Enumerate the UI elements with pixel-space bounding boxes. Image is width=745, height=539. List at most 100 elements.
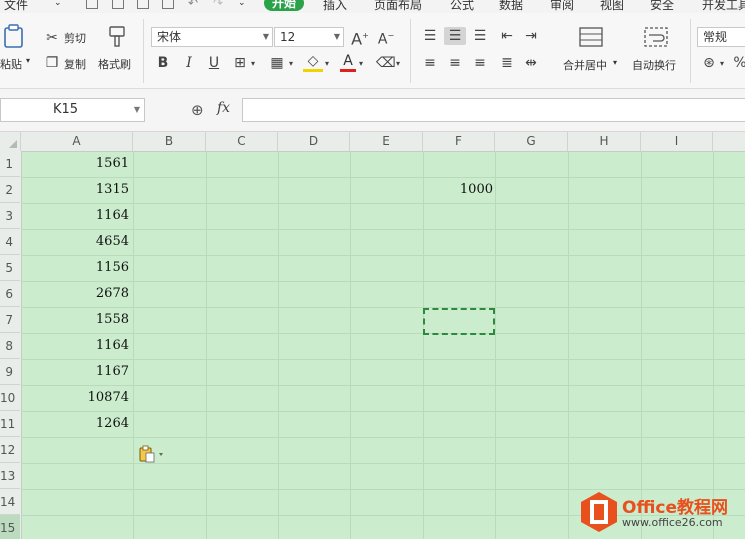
column-header-a[interactable]: A: [21, 132, 133, 151]
italic-icon[interactable]: I: [180, 54, 198, 72]
row-header-active[interactable]: 15: [0, 515, 20, 539]
percent-icon[interactable]: ⊛: [700, 54, 718, 72]
name-box[interactable]: K15 ▼: [0, 98, 145, 122]
row-header[interactable]: 10: [0, 385, 20, 411]
column-header-j[interactable]: [713, 132, 745, 151]
paste-options-button[interactable]: [138, 445, 168, 463]
tab-page-layout[interactable]: 页面布局: [374, 0, 422, 13]
tab-home[interactable]: 开始: [264, 0, 305, 11]
column-header-i[interactable]: I: [641, 132, 713, 151]
fx-icon[interactable]: fx: [217, 100, 230, 116]
row-header[interactable]: 13: [0, 463, 20, 489]
tab-insert[interactable]: 插入: [323, 0, 347, 13]
justify-icon[interactable]: ≣: [497, 54, 517, 72]
select-all-corner[interactable]: [0, 132, 21, 151]
row-header[interactable]: 12: [0, 437, 20, 463]
row-header[interactable]: 9: [0, 359, 20, 385]
paste-dropdown-icon[interactable]: ▾: [26, 56, 30, 65]
row-header[interactable]: 3: [0, 203, 20, 229]
font-color-icon[interactable]: A: [340, 53, 356, 72]
clear-dropdown-icon[interactable]: ▾: [394, 55, 402, 73]
wrap-text-icon[interactable]: [643, 26, 669, 48]
align-left-icon[interactable]: ≡: [420, 54, 440, 72]
column-header-f[interactable]: F: [423, 132, 495, 151]
fill-color-icon[interactable]: ◇: [303, 53, 323, 72]
print-icon[interactable]: [112, 0, 124, 9]
row-header[interactable]: 2: [0, 177, 20, 203]
tab-review[interactable]: 审阅: [550, 0, 574, 13]
cell-a3[interactable]: 1164: [21, 203, 129, 229]
customize-chevron-icon[interactable]: ⌄: [238, 0, 246, 8]
bold-icon[interactable]: B: [154, 54, 172, 72]
percent-style-icon[interactable]: %: [733, 54, 745, 72]
tab-developer[interactable]: 开发工具: [702, 0, 745, 13]
underline-icon[interactable]: U: [205, 54, 223, 72]
fill-pattern-icon[interactable]: ▦: [267, 54, 287, 72]
format-painter-button[interactable]: 格式刷: [98, 56, 131, 72]
undo-icon[interactable]: ↶: [188, 0, 198, 10]
column-header-g[interactable]: G: [495, 132, 568, 151]
export-pdf-icon[interactable]: [137, 0, 149, 9]
cell-a11[interactable]: 1264: [21, 411, 129, 437]
tab-data[interactable]: 数据: [499, 0, 523, 13]
redo-icon[interactable]: ↷: [213, 0, 223, 10]
merge-dropdown-icon[interactable]: ▾: [613, 58, 617, 67]
column-header-d[interactable]: D: [278, 132, 350, 151]
save-icon[interactable]: [86, 0, 98, 9]
decrease-font-icon[interactable]: A−: [376, 27, 396, 49]
row-header[interactable]: 8: [0, 333, 20, 359]
column-header-c[interactable]: C: [206, 132, 278, 151]
align-right-icon[interactable]: ≡: [470, 54, 490, 72]
paste-button[interactable]: 粘贴: [0, 56, 22, 72]
cell-a2[interactable]: 1315: [21, 177, 129, 203]
distributed-icon[interactable]: ⇹: [521, 54, 541, 72]
fill-color-dropdown-icon[interactable]: ▾: [323, 55, 331, 73]
row-header[interactable]: 5: [0, 255, 20, 281]
row-header[interactable]: 4: [0, 229, 20, 255]
align-top-icon[interactable]: ☰: [420, 27, 440, 45]
align-center-icon[interactable]: ≡: [444, 54, 466, 72]
increase-font-icon[interactable]: A+: [350, 27, 370, 48]
font-name-select[interactable]: 宋体 ▼: [151, 27, 273, 47]
scissors-icon[interactable]: ✂: [43, 29, 61, 47]
cell-a10[interactable]: 10874: [21, 385, 129, 411]
menu-file[interactable]: 文件: [4, 0, 28, 13]
chevron-down-icon[interactable]: ⌄: [54, 0, 62, 8]
font-size-select[interactable]: 12 ▼: [274, 27, 344, 47]
row-header[interactable]: 11: [0, 411, 20, 437]
eraser-icon[interactable]: ⌫: [376, 54, 396, 72]
column-header-e[interactable]: E: [350, 132, 423, 151]
cell-a1[interactable]: 1561: [21, 151, 129, 177]
paste-icon[interactable]: [2, 23, 28, 49]
row-header[interactable]: 6: [0, 281, 20, 307]
column-header-h[interactable]: H: [568, 132, 641, 151]
row-header[interactable]: 7: [0, 307, 20, 333]
pattern-dropdown-icon[interactable]: ▾: [287, 55, 295, 73]
column-header-b[interactable]: B: [133, 132, 206, 151]
font-color-dropdown-icon[interactable]: ▾: [357, 55, 365, 73]
tab-security[interactable]: 安全: [650, 0, 674, 13]
merge-center-icon[interactable]: [578, 26, 604, 48]
currency-dropdown-icon[interactable]: ▾: [718, 55, 726, 73]
align-bottom-icon[interactable]: ☰: [470, 27, 490, 45]
row-header[interactable]: 14: [0, 489, 20, 515]
format-painter-icon[interactable]: [107, 25, 127, 49]
increase-indent-icon[interactable]: ⇥: [521, 27, 541, 45]
cell-f2[interactable]: 1000: [423, 177, 493, 203]
copy-icon[interactable]: ❐: [43, 54, 61, 72]
cell-a4[interactable]: 4654: [21, 229, 129, 255]
borders-icon[interactable]: ⊞: [231, 54, 249, 72]
tab-formulas[interactable]: 公式: [450, 0, 474, 13]
tab-view[interactable]: 视图: [600, 0, 624, 13]
print-preview-icon[interactable]: [162, 0, 174, 9]
copy-button[interactable]: 复制: [64, 56, 86, 72]
cell-a8[interactable]: 1164: [21, 333, 129, 359]
decrease-indent-icon[interactable]: ⇤: [497, 27, 517, 45]
spreadsheet-grid[interactable]: A B C D E F G H I 1 2 3 4 5 6 7 8 9 10 1…: [0, 132, 745, 539]
number-format-select[interactable]: 常规: [697, 27, 745, 47]
cut-button[interactable]: 剪切: [64, 30, 86, 46]
align-middle-icon[interactable]: ☰: [444, 27, 466, 45]
formula-input[interactable]: [242, 98, 745, 122]
borders-dropdown-icon[interactable]: ▾: [249, 55, 257, 73]
cell-a6[interactable]: 2678: [21, 281, 129, 307]
